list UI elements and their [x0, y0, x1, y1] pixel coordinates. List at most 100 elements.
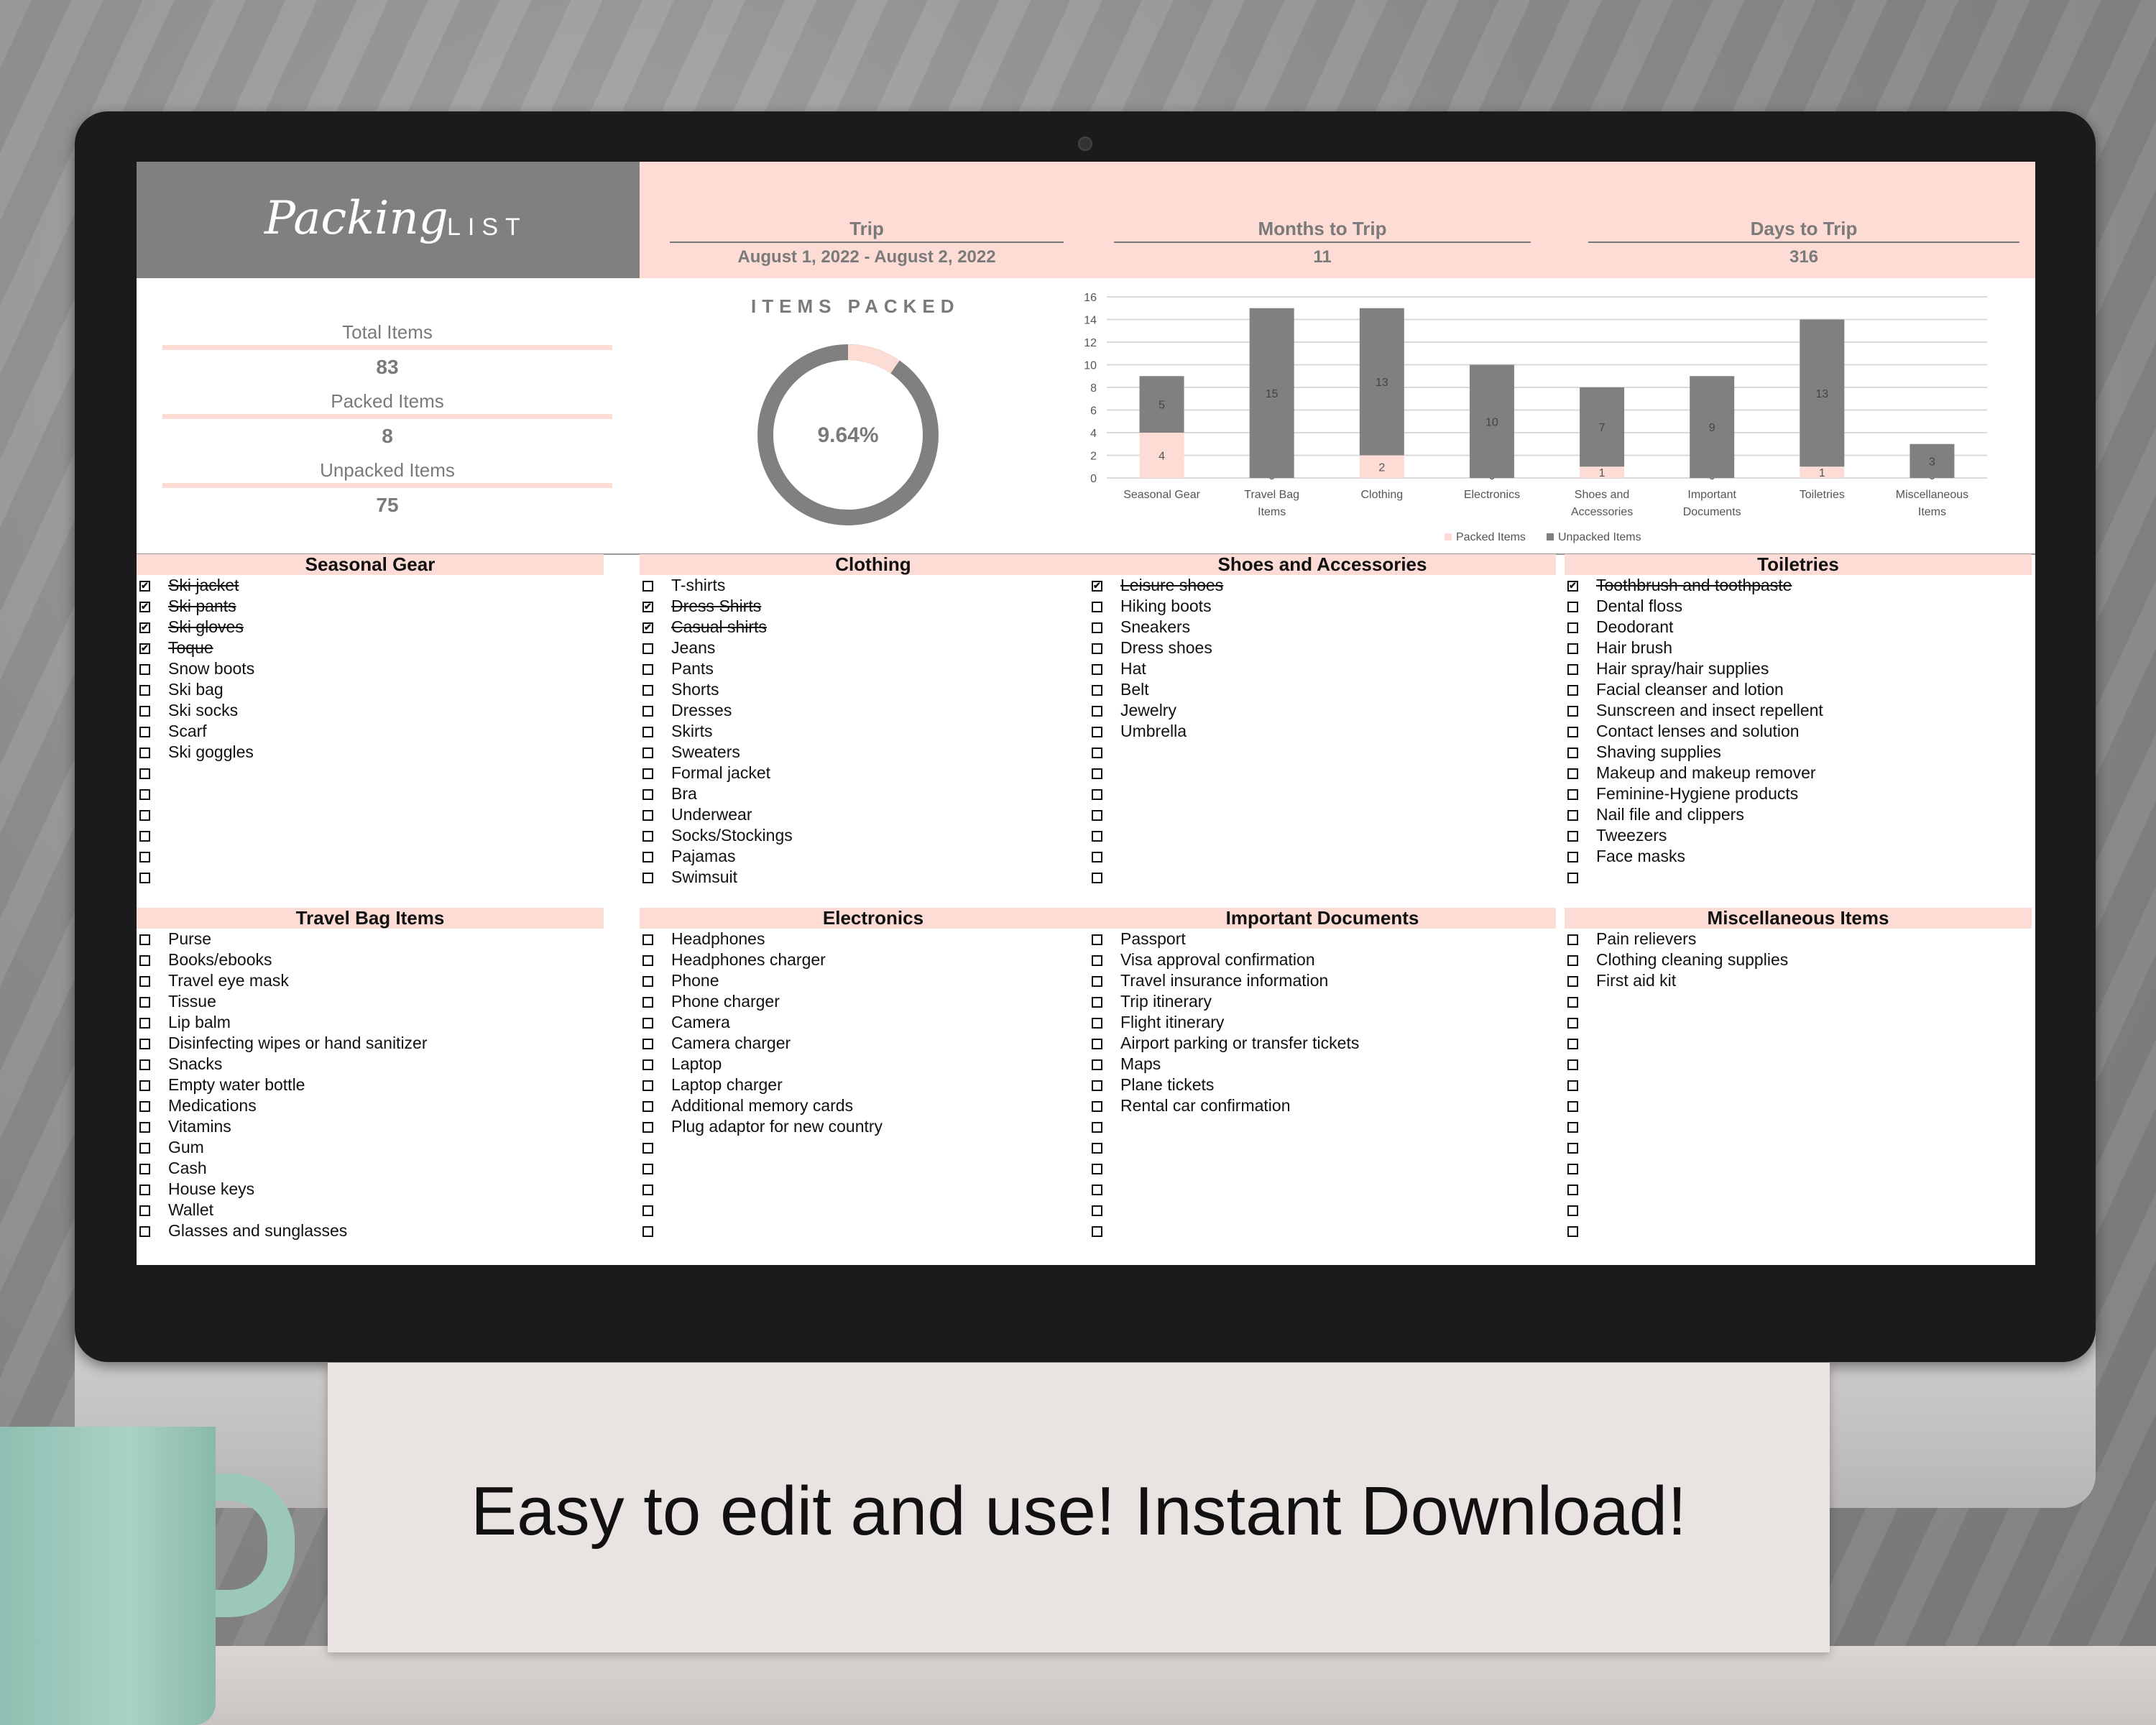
packed-checkbox[interactable]: [1092, 664, 1102, 675]
list-item[interactable]: Sweaters: [640, 742, 1107, 763]
packed-checkbox[interactable]: [642, 706, 653, 717]
list-item[interactable]: Facial cleanser and lotion: [1565, 679, 2032, 700]
list-item[interactable]: Purse: [137, 929, 604, 949]
list-item[interactable]: [137, 783, 604, 804]
item-label[interactable]: Dental floss: [1596, 596, 1682, 617]
item-label[interactable]: Nail file and clippers: [1596, 804, 1744, 825]
packed-checkbox[interactable]: [1092, 643, 1102, 654]
list-item[interactable]: [1565, 1012, 2032, 1033]
packed-checkbox[interactable]: [139, 831, 150, 842]
packed-checkbox[interactable]: [642, 1059, 653, 1070]
item-label[interactable]: Sunscreen and insect repellent: [1596, 700, 1823, 721]
list-item[interactable]: Disinfecting wipes or hand sanitizer: [137, 1033, 604, 1054]
list-item[interactable]: Skirts: [640, 721, 1107, 742]
packed-checkbox[interactable]: [642, 768, 653, 779]
list-item[interactable]: [1565, 1158, 2032, 1179]
list-item[interactable]: Pain relievers: [1565, 929, 2032, 949]
packed-checkbox[interactable]: [1567, 1101, 1578, 1112]
list-item[interactable]: Wallet: [137, 1200, 604, 1220]
list-item[interactable]: Tissue: [137, 991, 604, 1012]
list-item[interactable]: Ski gloves: [137, 617, 604, 638]
list-item[interactable]: [640, 1179, 1107, 1200]
item-label[interactable]: Medications: [168, 1095, 257, 1116]
packed-checkbox[interactable]: [139, 852, 150, 862]
item-label[interactable]: Toothbrush and toothpaste: [1596, 575, 1792, 596]
packed-checkbox[interactable]: [642, 831, 653, 842]
list-item[interactable]: Ski socks: [137, 700, 604, 721]
item-label[interactable]: Ski goggles: [168, 742, 254, 763]
list-item[interactable]: Glasses and sunglasses: [137, 1220, 604, 1241]
packed-checkbox[interactable]: [1567, 789, 1578, 800]
packed-checkbox[interactable]: [1567, 706, 1578, 717]
packed-checkbox[interactable]: [139, 873, 150, 883]
list-item[interactable]: Shaving supplies: [1565, 742, 2032, 763]
item-label[interactable]: Face masks: [1596, 846, 1685, 867]
list-item[interactable]: Snacks: [137, 1054, 604, 1075]
packed-checkbox[interactable]: [1567, 831, 1578, 842]
list-item[interactable]: Ski goggles: [137, 742, 604, 763]
packed-checkbox[interactable]: [642, 1226, 653, 1237]
item-label[interactable]: Deodorant: [1596, 617, 1673, 638]
packed-checkbox[interactable]: [642, 1039, 653, 1049]
packed-checkbox[interactable]: [1092, 1164, 1102, 1174]
item-label[interactable]: Travel insurance information: [1120, 970, 1328, 991]
packed-checkbox[interactable]: [139, 955, 150, 966]
packed-checkbox[interactable]: [1092, 581, 1102, 592]
packed-checkbox[interactable]: [139, 581, 150, 592]
packed-checkbox[interactable]: [642, 727, 653, 737]
list-item[interactable]: Headphones charger: [640, 949, 1107, 970]
packed-checkbox[interactable]: [139, 1205, 150, 1216]
list-item[interactable]: Airport parking or transfer tickets: [1089, 1033, 1556, 1054]
packed-checkbox[interactable]: [1567, 1184, 1578, 1195]
packed-checkbox[interactable]: [1092, 1184, 1102, 1195]
item-label[interactable]: Passport: [1120, 929, 1186, 949]
list-item[interactable]: [1089, 783, 1556, 804]
list-item[interactable]: Trip itinerary: [1089, 991, 1556, 1012]
item-label[interactable]: Headphones charger: [671, 949, 826, 970]
list-item[interactable]: [1089, 804, 1556, 825]
list-item[interactable]: Bra: [640, 783, 1107, 804]
item-label[interactable]: Hair brush: [1596, 638, 1672, 658]
list-item[interactable]: Hair brush: [1565, 638, 2032, 658]
item-label[interactable]: Sweaters: [671, 742, 740, 763]
item-label[interactable]: Flight itinerary: [1120, 1012, 1224, 1033]
list-item[interactable]: Dress shoes: [1089, 638, 1556, 658]
packed-checkbox[interactable]: [642, 1122, 653, 1133]
list-item[interactable]: [640, 1200, 1107, 1220]
item-label[interactable]: Bra: [671, 783, 697, 804]
packed-checkbox[interactable]: [1092, 1059, 1102, 1070]
packed-checkbox[interactable]: [1567, 1080, 1578, 1091]
list-item[interactable]: Belt: [1089, 679, 1556, 700]
item-label[interactable]: Dress Shirts: [671, 596, 761, 617]
list-item[interactable]: Travel insurance information: [1089, 970, 1556, 991]
trip-dates-cell[interactable]: Trip August 1, 2022 - August 2, 2022: [670, 218, 1064, 267]
packed-checkbox[interactable]: [1092, 934, 1102, 945]
list-item[interactable]: Plane tickets: [1089, 1075, 1556, 1095]
list-item[interactable]: Hiking boots: [1089, 596, 1556, 617]
list-item[interactable]: [1089, 1200, 1556, 1220]
item-label[interactable]: Ski bag: [168, 679, 224, 700]
item-label[interactable]: Cash: [168, 1158, 207, 1179]
list-item[interactable]: Travel eye mask: [137, 970, 604, 991]
packed-checkbox[interactable]: [642, 664, 653, 675]
packed-checkbox[interactable]: [1567, 685, 1578, 696]
packed-checkbox[interactable]: [1092, 1039, 1102, 1049]
item-label[interactable]: Hat: [1120, 658, 1146, 679]
packed-checkbox[interactable]: [642, 602, 653, 612]
list-item[interactable]: Scarf: [137, 721, 604, 742]
list-item[interactable]: [1565, 1116, 2032, 1137]
packed-checkbox[interactable]: [1092, 1122, 1102, 1133]
packed-checkbox[interactable]: [642, 997, 653, 1008]
list-item[interactable]: Jewelry: [1089, 700, 1556, 721]
list-item[interactable]: Leisure shoes: [1089, 575, 1556, 596]
item-label[interactable]: Dresses: [671, 700, 732, 721]
list-item[interactable]: Phone charger: [640, 991, 1107, 1012]
packed-checkbox[interactable]: [1092, 831, 1102, 842]
list-item[interactable]: Makeup and makeup remover: [1565, 763, 2032, 783]
packed-checkbox[interactable]: [1567, 1226, 1578, 1237]
list-item[interactable]: [137, 846, 604, 867]
packed-checkbox[interactable]: [1092, 1143, 1102, 1154]
list-item[interactable]: Empty water bottle: [137, 1075, 604, 1095]
item-label[interactable]: Casual shirts: [671, 617, 767, 638]
packed-checkbox[interactable]: [139, 727, 150, 737]
